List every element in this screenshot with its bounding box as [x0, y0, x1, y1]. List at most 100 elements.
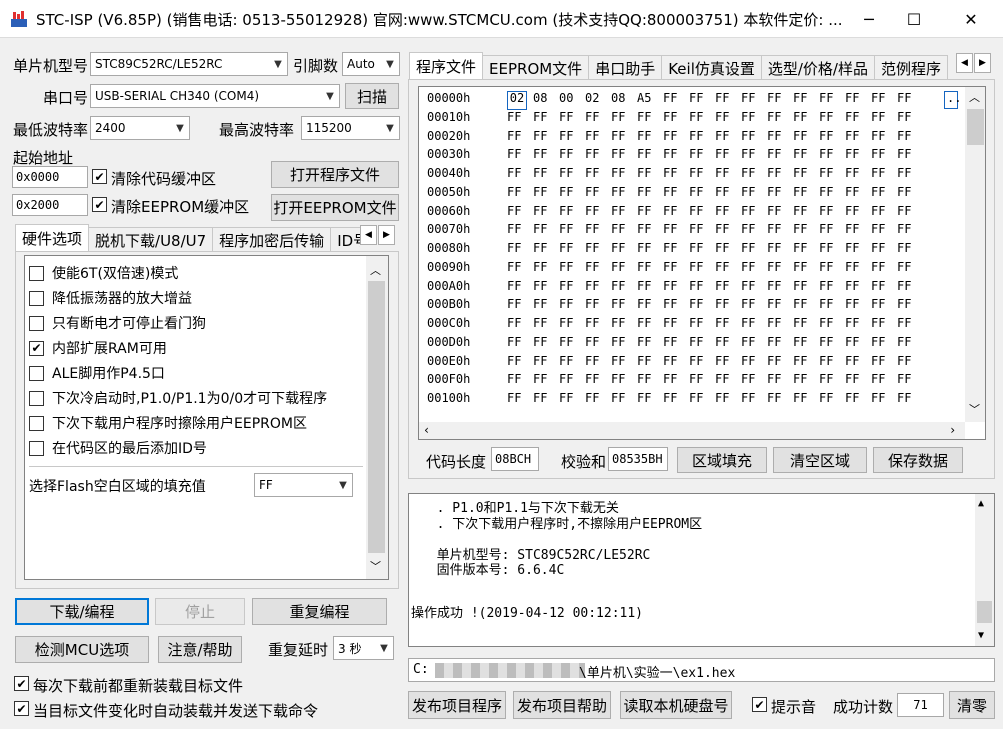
hex-byte[interactable]: FF: [689, 354, 715, 373]
hex-byte[interactable]: FF: [767, 110, 793, 129]
hex-byte[interactable]: FF: [871, 316, 897, 335]
hex-byte[interactable]: FF: [689, 372, 715, 391]
tab-scroll-left-icon[interactable]: ◀: [360, 225, 377, 245]
hex-byte[interactable]: FF: [689, 297, 715, 316]
fill-region-button[interactable]: 区域填充: [677, 447, 767, 473]
maximize-button[interactable]: ☐: [891, 0, 937, 38]
log-scrollbar[interactable]: ▲ ▼: [975, 494, 994, 646]
option-checkbox[interactable]: [29, 290, 44, 306]
options-scrollbar[interactable]: ︿ ﹀: [366, 256, 388, 579]
hex-byte[interactable]: FF: [663, 354, 689, 373]
hex-byte[interactable]: FF: [715, 372, 741, 391]
hex-byte[interactable]: FF: [793, 204, 819, 223]
code-address-input[interactable]: 0x0000: [12, 166, 88, 188]
hex-byte[interactable]: FF: [507, 260, 533, 279]
hex-byte[interactable]: FF: [845, 110, 871, 129]
tab-eeprom-file[interactable]: EEPROM文件: [482, 55, 590, 80]
hex-byte[interactable]: FF: [663, 222, 689, 241]
hex-hscrollbar[interactable]: ‹ ›: [419, 422, 965, 439]
clear-count-button[interactable]: 清零: [949, 691, 995, 719]
clear-code-checkbox[interactable]: ✔: [92, 169, 107, 184]
hex-byte[interactable]: FF: [689, 204, 715, 223]
hex-byte[interactable]: FF: [871, 372, 897, 391]
hex-byte[interactable]: FF: [507, 391, 533, 410]
hex-byte[interactable]: FF: [689, 391, 715, 410]
hex-byte[interactable]: FF: [793, 354, 819, 373]
hex-byte[interactable]: FF: [637, 354, 663, 373]
hex-byte[interactable]: FF: [741, 110, 767, 129]
hex-byte[interactable]: FF: [715, 354, 741, 373]
hex-byte[interactable]: FF: [663, 185, 689, 204]
hex-byte[interactable]: FF: [767, 222, 793, 241]
hex-byte[interactable]: FF: [845, 354, 871, 373]
hex-byte[interactable]: FF: [507, 185, 533, 204]
hex-byte[interactable]: FF: [819, 335, 845, 354]
hex-byte[interactable]: FF: [741, 204, 767, 223]
hex-byte[interactable]: FF: [637, 222, 663, 241]
hex-byte[interactable]: FF: [715, 110, 741, 129]
hex-byte[interactable]: FF: [663, 297, 689, 316]
hex-byte[interactable]: FF: [741, 335, 767, 354]
hex-byte[interactable]: FF: [663, 204, 689, 223]
hex-byte[interactable]: FF: [585, 147, 611, 166]
chevron-down-icon[interactable]: ﹀: [969, 401, 980, 417]
hex-byte[interactable]: FF: [897, 391, 923, 410]
hex-byte[interactable]: A5: [637, 91, 663, 110]
tab-scroll-left-icon[interactable]: ◀: [956, 53, 973, 73]
hex-byte[interactable]: FF: [559, 147, 585, 166]
hex-byte[interactable]: FF: [533, 372, 559, 391]
hex-byte[interactable]: FF: [767, 279, 793, 298]
hex-byte[interactable]: FF: [871, 110, 897, 129]
hex-vscrollbar[interactable]: ︿ ﹀: [965, 87, 985, 422]
hex-byte[interactable]: FF: [533, 316, 559, 335]
hex-byte[interactable]: FF: [637, 129, 663, 148]
hex-byte[interactable]: FF: [741, 222, 767, 241]
hex-byte[interactable]: FF: [897, 279, 923, 298]
tab-offline-download[interactable]: 脱机下载/U8/U7: [88, 227, 214, 252]
hex-byte[interactable]: FF: [585, 391, 611, 410]
hex-byte[interactable]: FF: [897, 110, 923, 129]
hex-byte[interactable]: FF: [871, 204, 897, 223]
hex-byte[interactable]: FF: [585, 354, 611, 373]
hex-byte[interactable]: FF: [767, 391, 793, 410]
hex-byte[interactable]: FF: [637, 279, 663, 298]
scan-button[interactable]: 扫描: [345, 83, 399, 109]
tab-scroll-right-icon[interactable]: ▶: [378, 225, 395, 245]
option-row[interactable]: 下次冷启动时,P1.0/P1.1为0/0才可下载程序: [29, 388, 327, 408]
chevron-up-icon[interactable]: ▲: [978, 498, 984, 509]
hex-byte[interactable]: FF: [741, 91, 767, 110]
hex-byte[interactable]: FF: [871, 241, 897, 260]
hex-byte[interactable]: FF: [507, 316, 533, 335]
hex-byte[interactable]: FF: [871, 91, 897, 110]
option-row[interactable]: 在代码区的最后添加ID号: [29, 438, 207, 458]
hex-byte[interactable]: FF: [585, 204, 611, 223]
hex-byte[interactable]: FF: [611, 391, 637, 410]
hex-byte[interactable]: FF: [663, 260, 689, 279]
port-select[interactable]: USB-SERIAL CH340 (COM4) ▼: [90, 84, 340, 108]
chevron-down-icon[interactable]: ▼: [978, 630, 984, 641]
hex-byte[interactable]: FF: [507, 372, 533, 391]
hex-byte[interactable]: FF: [611, 222, 637, 241]
hex-byte[interactable]: FF: [871, 166, 897, 185]
hex-byte[interactable]: FF: [767, 185, 793, 204]
hex-byte[interactable]: FF: [767, 241, 793, 260]
hex-byte[interactable]: FF: [689, 147, 715, 166]
chevron-down-icon[interactable]: ﹀: [370, 558, 381, 574]
hex-byte[interactable]: FF: [585, 222, 611, 241]
hex-byte[interactable]: FF: [663, 372, 689, 391]
hex-byte[interactable]: FF: [897, 185, 923, 204]
hex-byte[interactable]: FF: [793, 241, 819, 260]
hex-byte[interactable]: FF: [897, 260, 923, 279]
hex-byte[interactable]: FF: [715, 241, 741, 260]
hex-byte[interactable]: FF: [845, 372, 871, 391]
hex-byte[interactable]: FF: [897, 222, 923, 241]
read-disk-button[interactable]: 读取本机硬盘号: [620, 691, 732, 719]
hex-byte[interactable]: FF: [793, 91, 819, 110]
hex-byte[interactable]: FF: [611, 110, 637, 129]
hex-byte[interactable]: FF: [715, 129, 741, 148]
hex-byte[interactable]: FF: [793, 110, 819, 129]
hex-byte[interactable]: FF: [533, 110, 559, 129]
hex-byte[interactable]: FF: [559, 166, 585, 185]
hex-byte[interactable]: FF: [871, 129, 897, 148]
hex-byte[interactable]: FF: [871, 279, 897, 298]
